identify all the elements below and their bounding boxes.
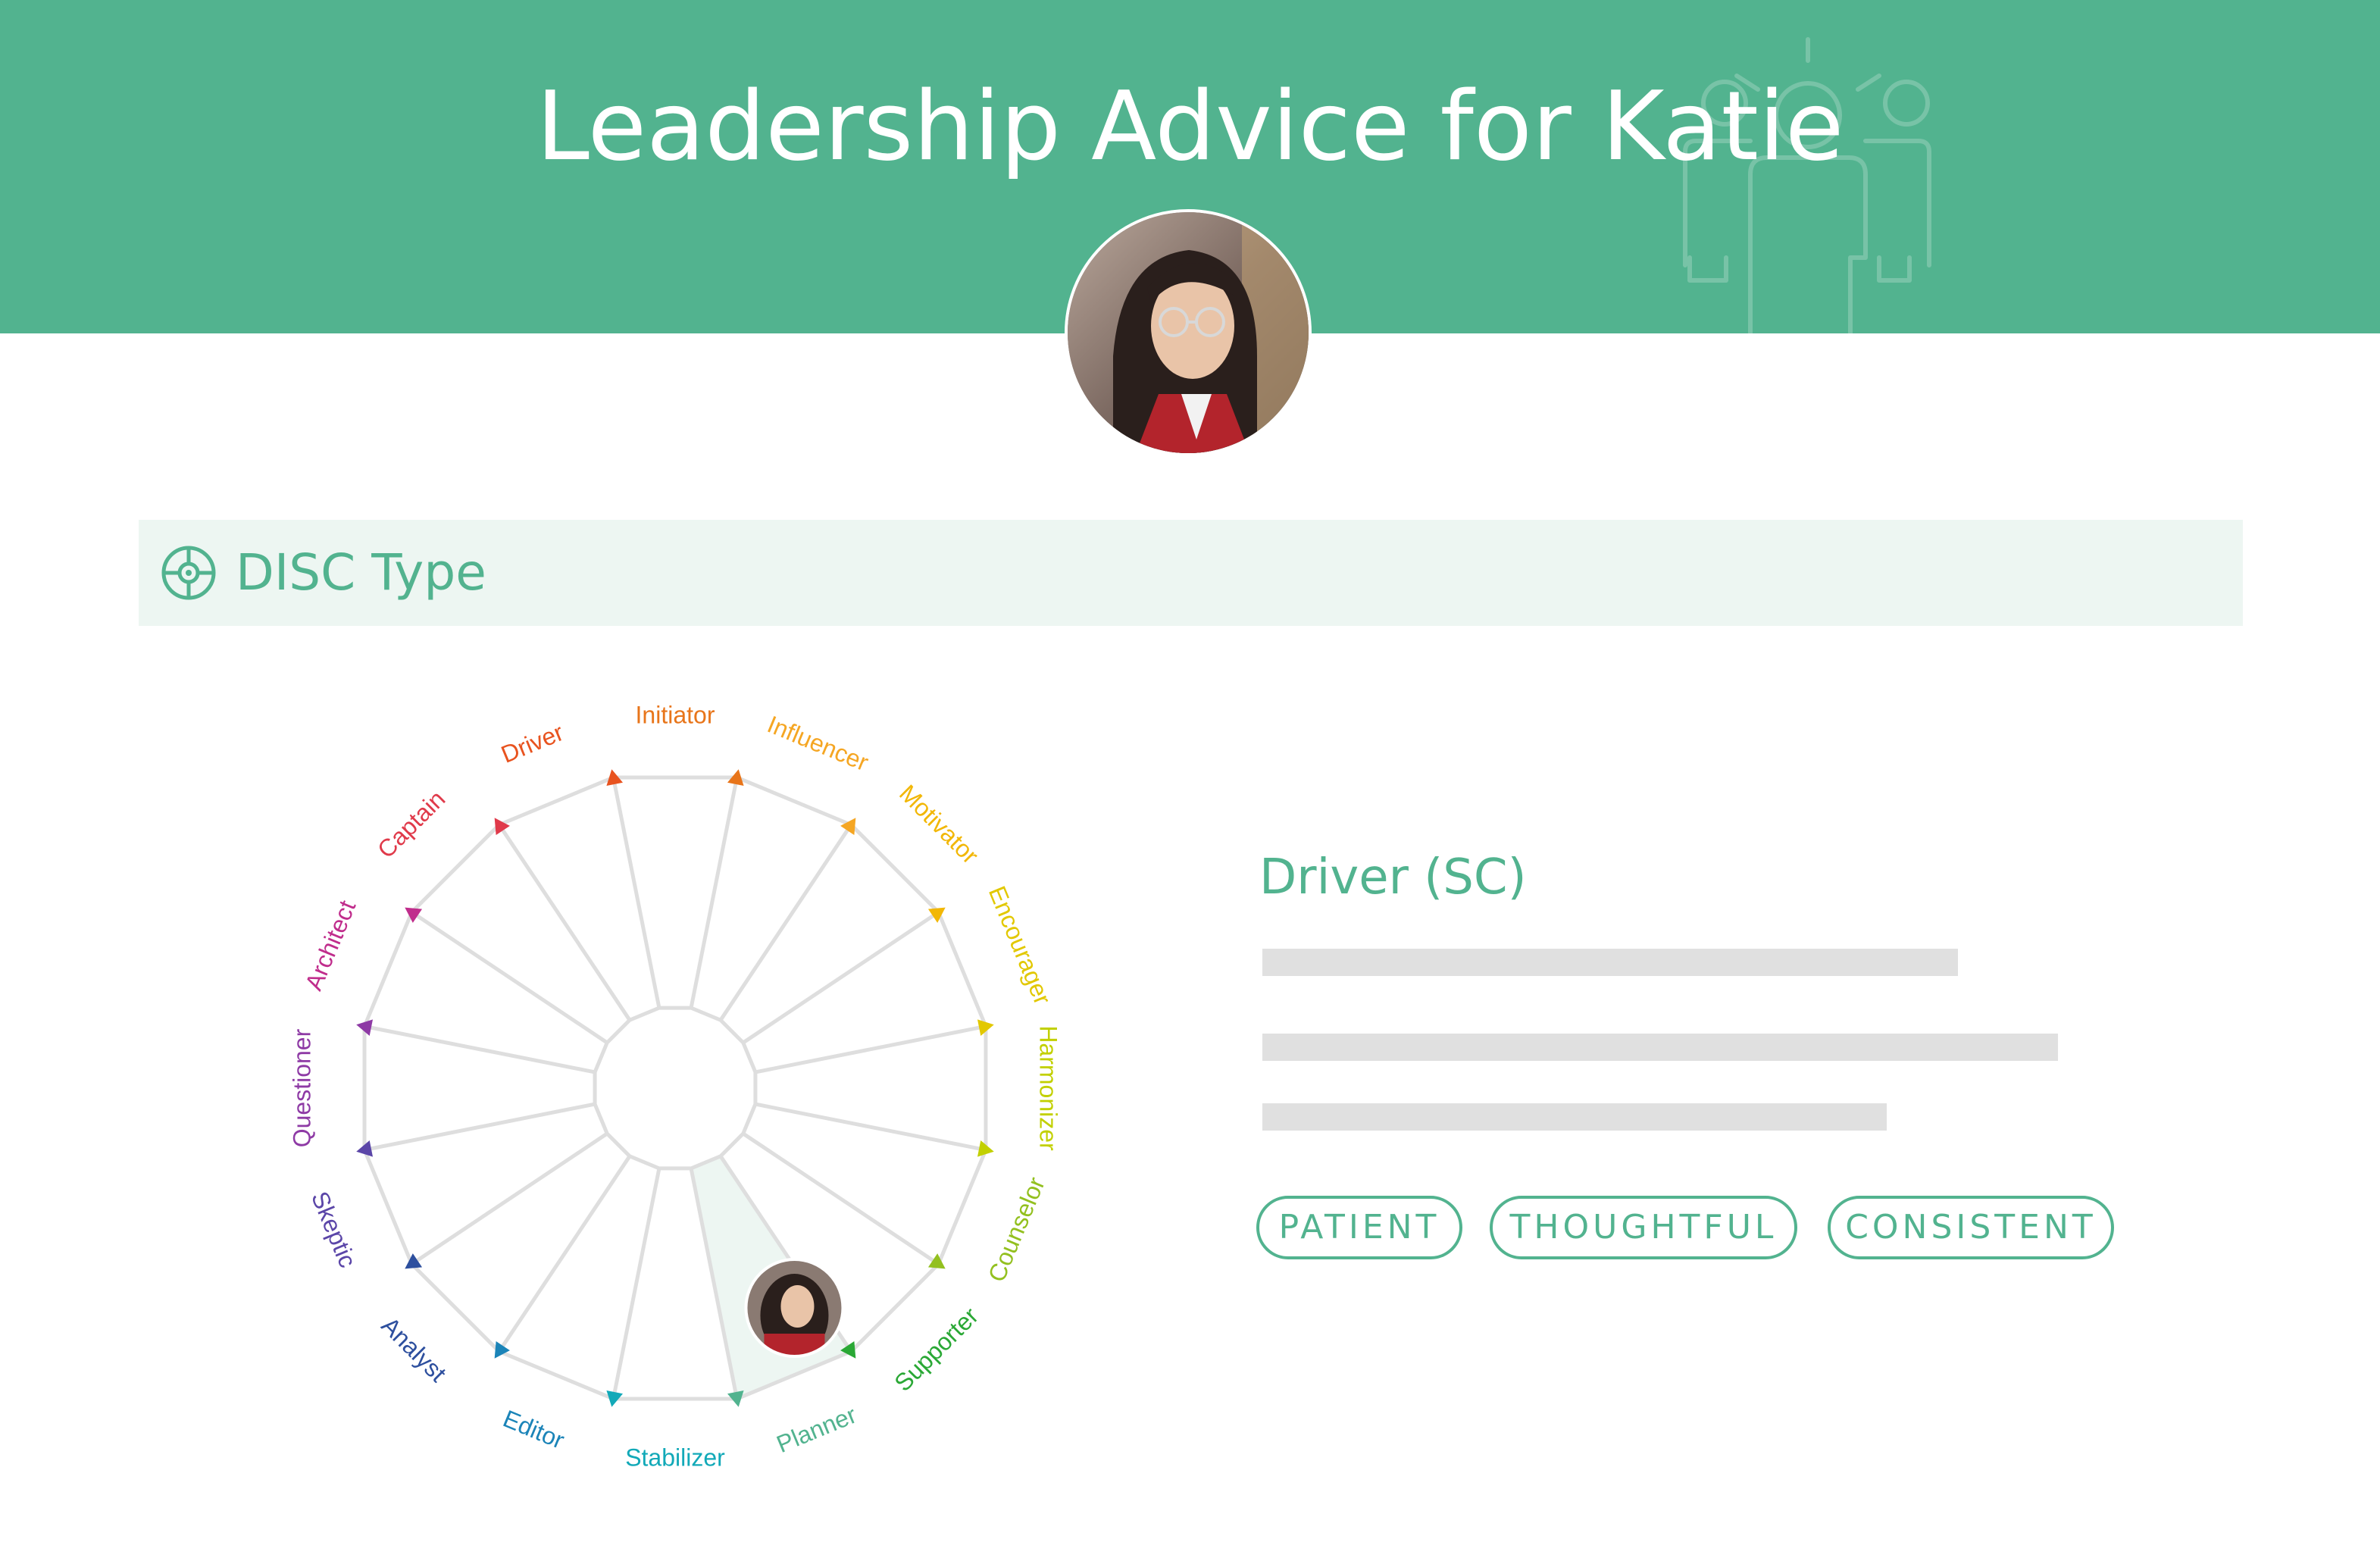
- wheel-spoke: [742, 910, 940, 1045]
- page-title: Leadership Advice for Katie: [536, 70, 1844, 182]
- wheel-spoke: [411, 910, 608, 1045]
- result-title: Driver (SC): [1259, 849, 1527, 906]
- wheel-spoke: [755, 1024, 987, 1074]
- wheel-outer-ring: [362, 775, 988, 1401]
- placeholder-text-line: [1262, 1103, 1887, 1131]
- segment-label: Motivator: [894, 779, 984, 869]
- segment-label: Captain: [372, 785, 450, 863]
- section-header: DISC Type: [139, 520, 2243, 626]
- trait-tag-patient: PATIENT: [1256, 1196, 1462, 1259]
- compass-icon: [161, 546, 216, 600]
- avatar: [1065, 209, 1312, 456]
- segment-label: Editor: [499, 1405, 568, 1454]
- wheel-spoke: [364, 1024, 596, 1074]
- wheel-spoke: [611, 777, 661, 1009]
- segment-label: Planner: [773, 1400, 861, 1458]
- segment-label: Counselor: [983, 1173, 1050, 1286]
- section-title: DISC Type: [236, 543, 486, 602]
- placeholder-text-line: [1262, 949, 1958, 976]
- segment-label: Initiator: [636, 701, 715, 728]
- wheel-spoke: [689, 777, 739, 1009]
- trait-tag-consistent: CONSISTENT: [1828, 1196, 2114, 1259]
- segment-label: Stabilizer: [625, 1444, 725, 1471]
- segment-label: Encourager: [984, 882, 1057, 1009]
- person-photo-icon: [1068, 212, 1309, 453]
- wheel-spoke: [497, 824, 632, 1021]
- wheel-spoke: [718, 824, 853, 1021]
- segment-label: Questioner: [288, 1028, 315, 1147]
- placeholder-text-line: [1262, 1034, 2058, 1061]
- wheel-spoke: [411, 1131, 608, 1266]
- segment-label: Supporter: [889, 1302, 984, 1397]
- segment-label: Architect: [299, 896, 361, 994]
- segment-label: Skeptic: [306, 1187, 361, 1272]
- segment-label: Influencer: [764, 710, 873, 776]
- wheel-spoke: [611, 1168, 661, 1400]
- trait-tag-thoughtful: THOUGHTFUL: [1490, 1196, 1797, 1259]
- segment-label: Harmonizer: [1035, 1025, 1062, 1151]
- disc-wheel: Initiator Influencer MotivatorEncourager Ha…: [288, 701, 1062, 1471]
- segment-label: Analyst: [376, 1312, 452, 1387]
- wheel-inner-ring: [593, 1006, 758, 1171]
- segment-label: Driver: [497, 718, 568, 768]
- wheel-spoke: [755, 1102, 987, 1152]
- wheel-spoke: [364, 1102, 596, 1152]
- wheel-spoke: [497, 1155, 632, 1353]
